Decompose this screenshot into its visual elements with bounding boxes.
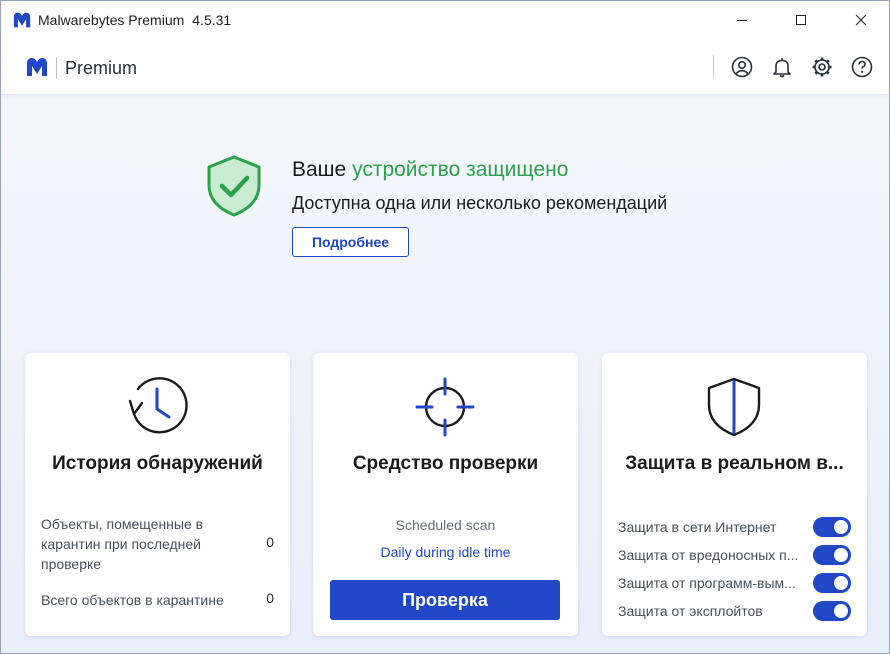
scan-button[interactable]: Проверка [330, 580, 560, 620]
toggle-knob [834, 548, 848, 562]
maximize-button[interactable] [771, 1, 831, 39]
close-icon [855, 14, 867, 26]
malwarebytes-logo-icon [13, 12, 31, 28]
help-icon [851, 56, 873, 78]
list-item: Объекты, помещенные в карантин при после… [41, 514, 274, 574]
scanner-card[interactable]: Средство проверки Scheduled scan Daily d… [313, 353, 578, 636]
app-window: Malwarebytes Premium 4.5.31 Premium Ваше… [0, 0, 890, 654]
list-item: Всего объектов в карантине 0 [41, 590, 274, 610]
bell-icon [773, 58, 791, 78]
shield-icon [707, 377, 761, 437]
toggle-knob [834, 604, 848, 618]
app-version: 4.5.31 [192, 12, 232, 28]
close-button[interactable] [831, 1, 889, 39]
status-title: Ваше устройство защищено [292, 158, 568, 182]
minimize-button[interactable] [712, 1, 772, 39]
maximize-icon [796, 15, 806, 25]
protection-item-web: Защита в сети Интернет [618, 517, 851, 537]
stat-label: Всего объектов в карантине [41, 592, 224, 608]
stat-label: Объекты, помещенные в карантин при после… [41, 516, 204, 572]
notifications-button[interactable] [770, 55, 794, 79]
status-subtitle: Доступна одна или несколько рекомендаций [292, 193, 668, 213]
realtime-protection-card[interactable]: Защита в реальном в... Защита в сети Инт… [602, 353, 867, 636]
status-title-highlight: устройство защищено [352, 158, 569, 181]
protection-item-ransomware: Защита от программ-вым... [618, 573, 851, 593]
toggle-knob [834, 520, 848, 534]
crosshair-icon [415, 377, 475, 437]
app-name: Malwarebytes Premium [38, 12, 185, 28]
detection-history-card[interactable]: История обнаружений Объекты, помещенные … [25, 353, 290, 636]
brand-divider [56, 57, 57, 79]
help-button[interactable] [850, 55, 874, 79]
protection-label: Защита от вредоносных п... [618, 547, 799, 563]
account-button[interactable] [730, 55, 754, 79]
status-title-prefix: Ваше [292, 158, 347, 181]
details-button[interactable]: Подробнее [292, 227, 409, 257]
minimize-icon [737, 20, 747, 21]
title-bar: Malwarebytes Premium 4.5.31 [1, 1, 889, 39]
product-name: Premium [65, 58, 138, 78]
settings-button[interactable] [810, 55, 834, 79]
scheduled-scan-label: Scheduled scan [395, 517, 496, 533]
protection-label: Защита от эксплойтов [618, 603, 763, 619]
protection-label: Защита от программ-вым... [618, 575, 796, 591]
ransomware-protection-toggle[interactable] [813, 573, 851, 593]
app-header: Premium [1, 39, 889, 95]
clock-icon [128, 377, 188, 434]
account-icon [731, 56, 753, 78]
malware-protection-toggle[interactable] [813, 545, 851, 565]
stat-value: 0 [266, 534, 274, 550]
exploit-protection-toggle[interactable] [813, 601, 851, 621]
malwarebytes-logo-icon [27, 58, 47, 76]
gear-icon [812, 57, 832, 77]
scheduled-scan-link[interactable]: Daily during idle time [313, 544, 578, 560]
shield-check-icon [207, 155, 261, 217]
toggle-knob [834, 576, 848, 590]
protection-label: Защита в сети Интернет [618, 519, 777, 535]
card-title: История обнаружений [52, 453, 263, 474]
stat-value: 0 [266, 590, 274, 606]
header-divider [713, 55, 714, 79]
window-title: Malwarebytes Premium 4.5.31 [38, 12, 231, 28]
protection-item-malware: Защита от вредоносных п... [618, 545, 851, 565]
card-title: Защита в реальном в... [625, 453, 844, 474]
protection-item-exploit: Защита от эксплойтов [618, 601, 851, 621]
web-protection-toggle[interactable] [813, 517, 851, 537]
card-title: Средство проверки [352, 453, 539, 474]
